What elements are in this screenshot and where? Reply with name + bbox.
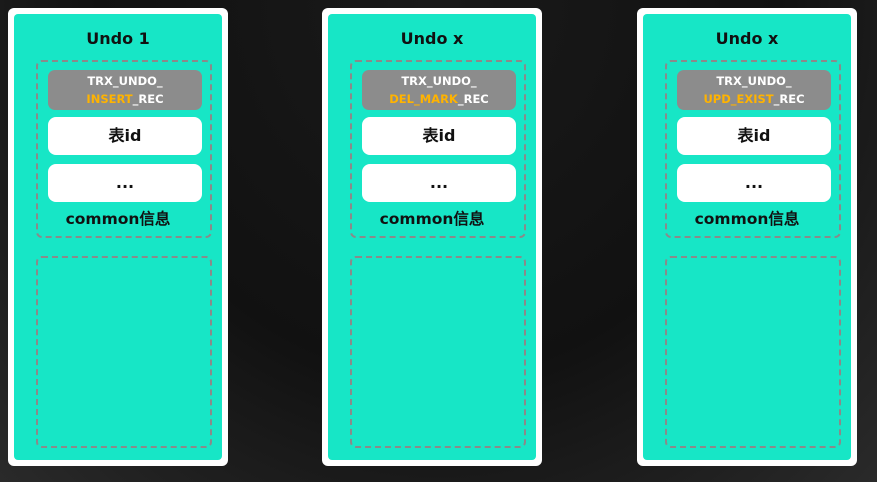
undo-type-line2: UPD_EXIST_REC xyxy=(677,90,831,108)
undo-data-region xyxy=(665,256,841,448)
undo-record-card-3: Undo x TRX_UNDO_ UPD_EXIST_REC 表id ... c… xyxy=(637,8,857,466)
undo-record-body: Undo x TRX_UNDO_ DEL_MARK_REC 表id ... co… xyxy=(328,14,536,460)
table-id-field: 表id xyxy=(362,117,516,155)
undo-type-line2: INSERT_REC xyxy=(48,90,202,108)
card-title: Undo x xyxy=(400,29,464,48)
undo-type-box: TRX_UNDO_ DEL_MARK_REC xyxy=(362,70,516,110)
undo-type-prefix: TRX_UNDO_ xyxy=(401,74,477,88)
undo-record-card-2: Undo x TRX_UNDO_ DEL_MARK_REC 表id ... co… xyxy=(322,8,542,466)
undo-type-highlight: UPD_EXIST xyxy=(703,92,774,106)
ellipsis-field: ... xyxy=(48,164,202,202)
undo-type-highlight: INSERT xyxy=(86,92,133,106)
undo-type-box: TRX_UNDO_ UPD_EXIST_REC xyxy=(677,70,831,110)
undo-record-body: Undo x TRX_UNDO_ UPD_EXIST_REC 表id ... c… xyxy=(643,14,851,460)
undo-record-body: Undo 1 TRX_UNDO_ INSERT_REC 表id ... comm… xyxy=(14,14,222,460)
card-title: Undo x xyxy=(715,29,779,48)
common-info-label: common信息 xyxy=(65,210,171,228)
undo-type-suffix: _REC xyxy=(773,92,805,106)
ellipsis-field: ... xyxy=(362,164,516,202)
ellipsis-field: ... xyxy=(677,164,831,202)
table-id-field: 表id xyxy=(48,117,202,155)
undo-type-suffix: _REC xyxy=(132,92,164,106)
undo-record-card-1: Undo 1 TRX_UNDO_ INSERT_REC 表id ... comm… xyxy=(8,8,228,466)
common-info-label: common信息 xyxy=(694,210,800,228)
undo-type-prefix: TRX_UNDO_ xyxy=(716,74,792,88)
table-id-field: 表id xyxy=(677,117,831,155)
undo-type-line2: DEL_MARK_REC xyxy=(362,90,516,108)
undo-data-region xyxy=(36,256,212,448)
undo-data-region xyxy=(350,256,526,448)
undo-type-box: TRX_UNDO_ INSERT_REC xyxy=(48,70,202,110)
undo-type-highlight: DEL_MARK xyxy=(389,92,458,106)
card-title: Undo 1 xyxy=(86,29,150,48)
undo-type-suffix: _REC xyxy=(457,92,489,106)
common-info-label: common信息 xyxy=(379,210,485,228)
undo-type-prefix: TRX_UNDO_ xyxy=(87,74,163,88)
